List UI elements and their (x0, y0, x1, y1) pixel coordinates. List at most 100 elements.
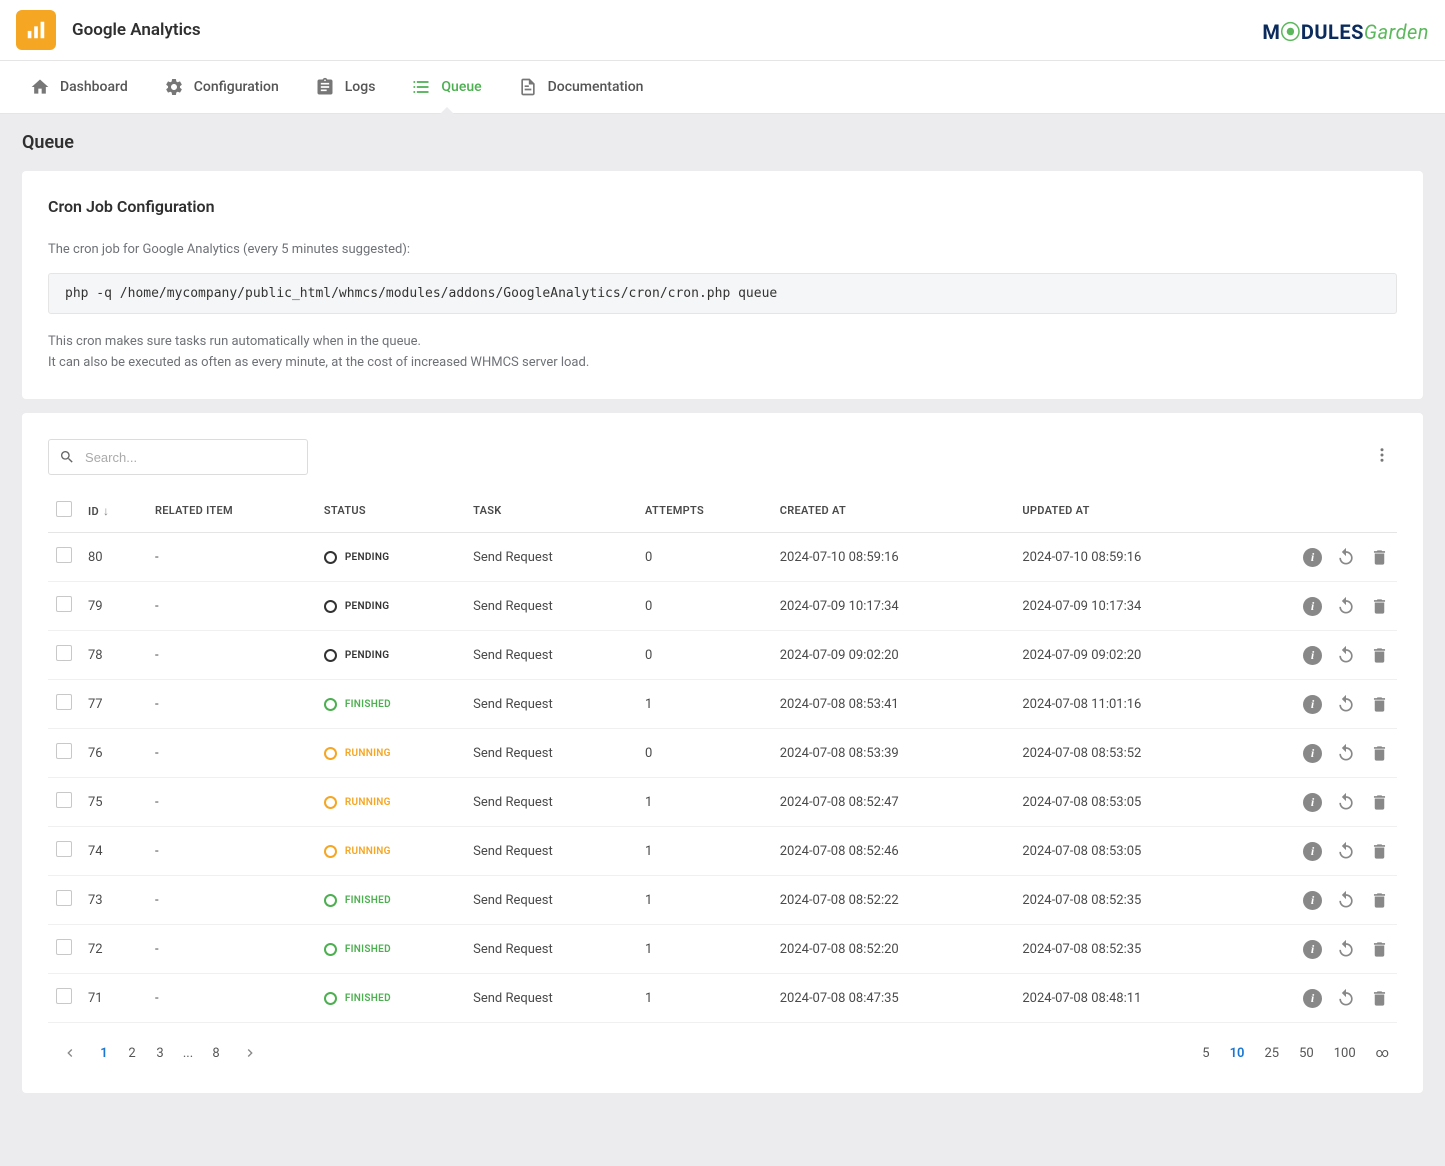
page-size-option[interactable]: 10 (1230, 1046, 1245, 1061)
row-checkbox[interactable] (56, 792, 72, 808)
nav-queue[interactable]: Queue (397, 61, 495, 113)
nav-logs[interactable]: Logs (301, 61, 390, 113)
info-button[interactable]: i (1303, 793, 1322, 812)
page-size-option[interactable]: 50 (1299, 1046, 1314, 1061)
main-nav: Dashboard Configuration Logs Queue Docum… (0, 61, 1445, 114)
status-circle-icon (324, 698, 337, 711)
col-created[interactable]: CREATED AT (772, 489, 1015, 533)
list-icon (411, 77, 431, 97)
retry-button[interactable] (1336, 792, 1356, 812)
page-size-option[interactable]: ∞ (1376, 1046, 1389, 1061)
row-checkbox[interactable] (56, 939, 72, 955)
row-checkbox[interactable] (56, 841, 72, 857)
cell-id: 78 (80, 631, 147, 680)
retry-icon (1336, 596, 1356, 616)
info-button[interactable]: i (1303, 548, 1322, 567)
col-id[interactable]: ID↓ (80, 489, 147, 533)
status-circle-icon (324, 845, 337, 858)
row-checkbox[interactable] (56, 890, 72, 906)
cell-attempts: 0 (637, 533, 772, 582)
cell-related: - (147, 876, 316, 925)
page-size-option[interactable]: 25 (1264, 1046, 1279, 1061)
col-status[interactable]: STATUS (316, 489, 465, 533)
info-icon: i (1303, 891, 1322, 910)
info-button[interactable]: i (1303, 940, 1322, 959)
app-header: Google Analytics M⦿DULESGarden (0, 0, 1445, 61)
page-button[interactable]: 8 (202, 1039, 230, 1067)
page-ellipsis: ... (174, 1039, 202, 1067)
delete-button[interactable] (1370, 744, 1389, 763)
retry-button[interactable] (1336, 645, 1356, 665)
trash-icon (1370, 793, 1389, 812)
col-related[interactable]: RELATED ITEM (147, 489, 316, 533)
cell-status: FINISHED (316, 680, 465, 729)
cell-updated: 2024-07-08 08:53:52 (1014, 729, 1257, 778)
retry-button[interactable] (1336, 939, 1356, 959)
info-button[interactable]: i (1303, 646, 1322, 665)
cell-task: Send Request (465, 680, 637, 729)
cell-attempts: 1 (637, 974, 772, 1023)
cell-id: 77 (80, 680, 147, 729)
search-box[interactable] (48, 439, 308, 475)
page-button[interactable]: 3 (146, 1039, 174, 1067)
delete-button[interactable] (1370, 695, 1389, 714)
info-button[interactable]: i (1303, 989, 1322, 1008)
retry-button[interactable] (1336, 743, 1356, 763)
retry-button[interactable] (1336, 988, 1356, 1008)
row-checkbox[interactable] (56, 694, 72, 710)
delete-button[interactable] (1370, 646, 1389, 665)
col-attempts[interactable]: ATTEMPTS (637, 489, 772, 533)
cell-created: 2024-07-08 08:47:35 (772, 974, 1015, 1023)
cron-title: Cron Job Configuration (48, 197, 1397, 216)
cell-updated: 2024-07-08 08:52:35 (1014, 925, 1257, 974)
page-size-option[interactable]: 100 (1334, 1046, 1356, 1061)
retry-button[interactable] (1336, 547, 1356, 567)
retry-button[interactable] (1336, 841, 1356, 861)
table-row: 71-FINISHEDSend Request12024-07-08 08:47… (48, 974, 1397, 1023)
gear-icon (164, 77, 184, 97)
select-all-checkbox[interactable] (56, 501, 72, 517)
delete-button[interactable] (1370, 793, 1389, 812)
page-button[interactable]: 1 (90, 1039, 118, 1067)
delete-button[interactable] (1370, 891, 1389, 910)
retry-button[interactable] (1336, 596, 1356, 616)
row-checkbox[interactable] (56, 547, 72, 563)
prev-page-button[interactable] (56, 1039, 84, 1067)
row-checkbox[interactable] (56, 743, 72, 759)
nav-configuration[interactable]: Configuration (150, 61, 293, 113)
delete-button[interactable] (1370, 597, 1389, 616)
cell-created: 2024-07-09 09:02:20 (772, 631, 1015, 680)
next-page-button[interactable] (236, 1039, 264, 1067)
cell-id: 80 (80, 533, 147, 582)
cell-created: 2024-07-08 08:52:22 (772, 876, 1015, 925)
table-menu-button[interactable] (1367, 440, 1397, 474)
nav-dashboard[interactable]: Dashboard (16, 61, 142, 113)
col-updated[interactable]: UPDATED AT (1014, 489, 1257, 533)
delete-button[interactable] (1370, 940, 1389, 959)
cron-note1: This cron makes sure tasks run automatic… (48, 332, 1397, 353)
nav-documentation[interactable]: Documentation (504, 61, 658, 113)
cell-task: Send Request (465, 582, 637, 631)
cell-status: FINISHED (316, 876, 465, 925)
info-icon: i (1303, 989, 1322, 1008)
page-button[interactable]: 2 (118, 1039, 146, 1067)
search-input[interactable] (85, 450, 297, 465)
info-button[interactable]: i (1303, 695, 1322, 714)
delete-button[interactable] (1370, 989, 1389, 1008)
delete-button[interactable] (1370, 548, 1389, 567)
cron-command: php -q /home/mycompany/public_html/whmcs… (48, 273, 1397, 314)
page-size-option[interactable]: 5 (1202, 1046, 1209, 1061)
col-task[interactable]: TASK (465, 489, 637, 533)
info-button[interactable]: i (1303, 597, 1322, 616)
info-button[interactable]: i (1303, 744, 1322, 763)
retry-button[interactable] (1336, 890, 1356, 910)
info-button[interactable]: i (1303, 891, 1322, 910)
cell-id: 75 (80, 778, 147, 827)
table-row: 73-FINISHEDSend Request12024-07-08 08:52… (48, 876, 1397, 925)
delete-button[interactable] (1370, 842, 1389, 861)
retry-button[interactable] (1336, 694, 1356, 714)
row-checkbox[interactable] (56, 645, 72, 661)
info-button[interactable]: i (1303, 842, 1322, 861)
row-checkbox[interactable] (56, 988, 72, 1004)
row-checkbox[interactable] (56, 596, 72, 612)
